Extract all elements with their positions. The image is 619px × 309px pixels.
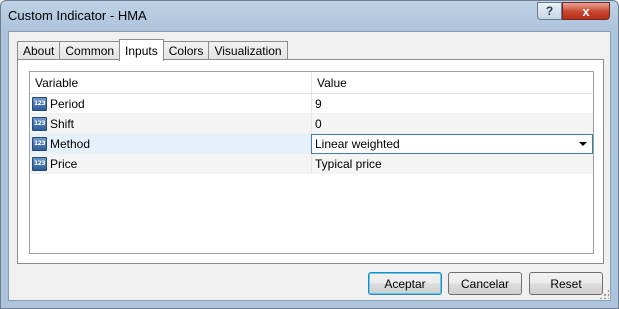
variable-name: Period bbox=[50, 96, 85, 111]
number-type-icon: 123 bbox=[32, 156, 47, 171]
close-icon: x bbox=[582, 3, 590, 19]
tab-strip: About Common Inputs Colors Visualization bbox=[17, 39, 288, 61]
number-type-icon: 123 bbox=[32, 116, 47, 131]
accept-button[interactable]: Aceptar bbox=[368, 272, 442, 295]
variable-cell: 123 Shift bbox=[30, 114, 312, 133]
variable-name: Method bbox=[50, 136, 91, 151]
grid-row-shift[interactable]: 123 Shift 0 bbox=[30, 114, 593, 134]
tab-inputs[interactable]: Inputs bbox=[119, 39, 164, 61]
cancel-button[interactable]: Cancelar bbox=[448, 272, 522, 295]
title-bar[interactable]: Custom Indicator - HMA ? x bbox=[1, 1, 618, 31]
help-button[interactable]: ? bbox=[537, 2, 562, 20]
method-dropdown[interactable]: Linear weighted bbox=[311, 133, 593, 154]
tab-visualization[interactable]: Visualization bbox=[208, 41, 288, 60]
tab-about[interactable]: About bbox=[17, 41, 61, 60]
inputs-tab-panel: Variable Value 123 Period 9 123 Shift 0 bbox=[17, 59, 604, 264]
close-button[interactable]: x bbox=[562, 2, 610, 20]
dialog-window: Custom Indicator - HMA ? x About Common … bbox=[0, 0, 619, 309]
grid-row-period[interactable]: 123 Period 9 bbox=[30, 94, 593, 114]
number-type-icon: 123 bbox=[32, 96, 47, 111]
reset-button[interactable]: Reset bbox=[529, 272, 603, 295]
grid-row-method[interactable]: 123 Method Linear weighted bbox=[30, 133, 593, 154]
variable-name: Price bbox=[50, 156, 78, 171]
column-header-variable[interactable]: Variable bbox=[30, 72, 312, 93]
tab-colors[interactable]: Colors bbox=[162, 41, 210, 60]
tab-common[interactable]: Common bbox=[59, 41, 121, 60]
window-title: Custom Indicator - HMA bbox=[8, 8, 147, 23]
inputs-grid: Variable Value 123 Period 9 123 Shift 0 bbox=[29, 71, 594, 254]
dialog-client-area: About Common Inputs Colors Visualization… bbox=[8, 31, 611, 301]
help-icon: ? bbox=[545, 4, 554, 18]
column-header-value[interactable]: Value bbox=[312, 72, 593, 93]
variable-cell: 123 Period bbox=[30, 94, 312, 113]
value-cell-price[interactable]: Typical price bbox=[312, 154, 593, 173]
variable-cell: 123 Method bbox=[30, 134, 311, 153]
variable-cell: 123 Price bbox=[30, 154, 312, 173]
value-cell-method: Linear weighted bbox=[311, 133, 593, 154]
value-cell-period[interactable]: 9 bbox=[312, 94, 593, 113]
number-type-icon: 123 bbox=[32, 136, 47, 151]
grid-header: Variable Value bbox=[30, 72, 593, 94]
value-cell-shift[interactable]: 0 bbox=[312, 114, 593, 133]
variable-name: Shift bbox=[50, 116, 75, 131]
method-selected-value: Linear weighted bbox=[315, 136, 400, 151]
chevron-down-icon[interactable] bbox=[579, 141, 587, 146]
grid-row-price[interactable]: 123 Price Typical price bbox=[30, 154, 593, 174]
